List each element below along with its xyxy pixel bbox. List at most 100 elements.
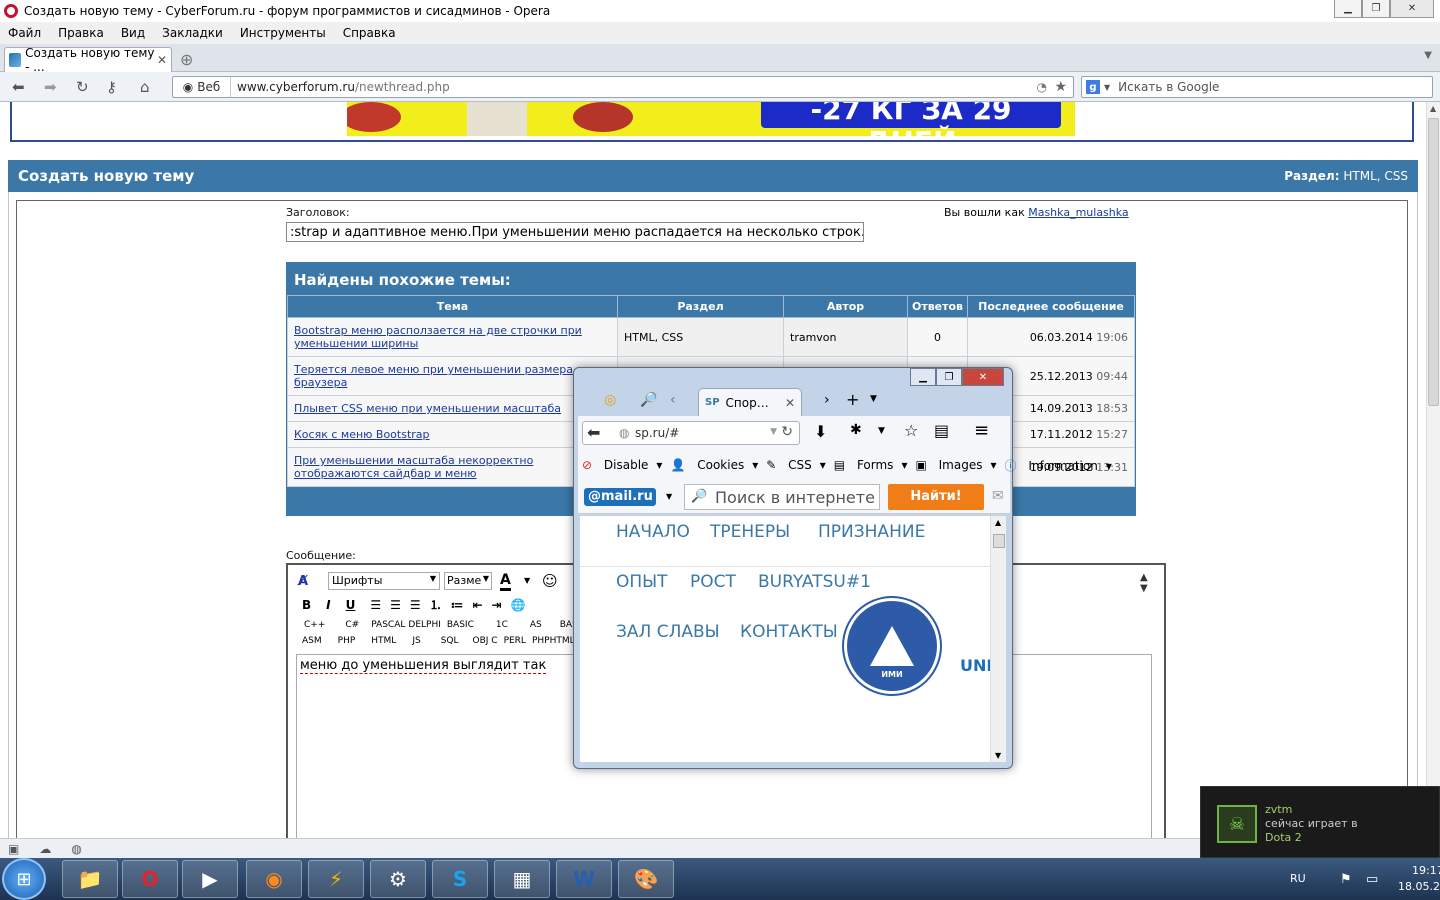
ff-url-dropdown-icon[interactable]: ▼ [770,427,777,437]
maximize-button[interactable]: ❐ [1362,0,1390,18]
clock-date[interactable]: 18.05.2014 [1398,880,1440,893]
mail-agent-icon[interactable]: ◎ [604,392,616,408]
mailru-search-button[interactable]: Найти! [888,484,984,510]
ff-bookmark-star-icon[interactable]: ☆ [904,421,918,440]
network-icon[interactable]: ⚑ [1340,872,1352,887]
italic-button[interactable]: I [326,598,330,612]
thread-link[interactable]: Bootstrap меню расползается на две строч… [294,324,582,350]
close-button[interactable]: ✕ [1390,0,1434,18]
chevron-down-icon[interactable]: ▼ [878,426,885,436]
back-icon[interactable]: ⬅ [12,78,25,96]
minimize-button[interactable]: ▁ [1334,0,1362,18]
tab-scroll-left-icon[interactable]: ‹ [670,392,676,408]
code-delphi-button[interactable]: DELPHI [408,620,440,630]
site-nav-hall-of-fame[interactable]: ЗАЛ СЛАВЫ [616,622,720,642]
align-left-icon[interactable]: ☰ [370,598,381,612]
link-icon[interactable]: 🌐 [511,598,526,612]
thread-link[interactable]: При уменьшении масштаба некорректно отоб… [294,454,533,480]
mailru-search-input[interactable]: 🔎 Поиск в интернете [684,484,880,510]
thread-link[interactable]: Косяк с меню Bootstrap [294,428,430,441]
ff-download-icon[interactable]: ⬇ [814,422,827,441]
tab-scroll-right-icon[interactable]: › [824,392,830,408]
code-as-button[interactable]: AS [530,620,542,630]
opera-taskbar-icon[interactable]: O [122,860,178,898]
tab-list-icon[interactable]: ▼ [1424,50,1432,61]
wd-images-button[interactable]: ▣ Images ▾ [915,458,996,472]
ff-new-tab-icon[interactable]: + [846,390,859,409]
smiley-icon[interactable]: ☺ [542,572,558,590]
address-bar[interactable]: ◉ Веб www.cyberforum.ru/newthread.php ◔ ★ [172,76,1074,98]
ff-scroll-up-icon[interactable]: ▲ [995,518,1001,527]
size-select[interactable]: Разме ▼ [444,572,492,590]
panel-toggle-icon[interactable]: ▣ [8,842,19,856]
media-player-taskbar-icon[interactable]: ▶ [182,860,238,898]
scroll-up-icon[interactable]: ▲ [1430,104,1436,113]
rss-icon[interactable]: ◔ [1037,80,1047,94]
ordered-list-icon[interactable]: ⒈ [430,596,442,613]
thread-link[interactable]: Теряется левое меню при уменьшении разме… [294,363,573,389]
reload-icon[interactable]: ↻ [76,78,89,96]
chevron-down-icon[interactable]: ▼ [524,576,530,585]
winamp-taskbar-icon[interactable]: ⚡ [308,860,364,898]
editor-resize-icon[interactable]: ▲ ▼ [1140,572,1148,594]
ff-scrollbar-thumb[interactable] [993,534,1005,548]
google-icon[interactable]: g [1086,80,1100,94]
forward-icon[interactable]: ➡ [44,78,57,96]
menu-help[interactable]: Справка [343,26,396,40]
tab-active[interactable]: Создать новую тему - ... ✕ [4,46,172,74]
unordered-list-icon[interactable]: ≔ [451,598,464,612]
mailru-logo[interactable]: @mail.ru [584,488,656,506]
chevron-down-icon[interactable]: ▼ [666,492,672,501]
code-cs-button[interactable]: C# [345,620,359,630]
firefox-taskbar-icon[interactable]: ◉ [246,860,302,898]
code-1c-button[interactable]: 1C [496,620,508,630]
menu-tools[interactable]: Инструменты [240,26,326,40]
site-nav-experience[interactable]: ОПЫТ [616,572,668,592]
ff-address-bar[interactable]: ⬅ ◍ sp.ru/# ▼ ↻ [582,421,800,445]
code-phphtml-button[interactable]: PHPHTML [532,636,575,646]
steam-notification[interactable]: ☠ zvtm сейчас играет в Dota 2 [1200,786,1440,858]
indent-icon[interactable]: ⇥ [492,598,502,612]
app-taskbar-icon[interactable]: ▦ [494,860,550,898]
wd-information-button[interactable]: ⓘ Information ▾ [1005,457,1112,474]
ff-addon-icon[interactable]: ✱ [850,422,862,438]
subject-input[interactable]: :strap и адаптивное меню.При уменьшении … [286,222,864,242]
bookmark-star-icon[interactable]: ★ [1054,79,1067,95]
steam-taskbar-icon[interactable]: ⚙ [370,860,426,898]
key-icon[interactable]: ⚷ [106,78,117,96]
tab-close-icon[interactable]: ✕ [157,53,167,67]
clock-time[interactable]: 19:17 [1412,864,1440,877]
code-php-button[interactable]: PHP [338,636,356,646]
ff-tab-close-icon[interactable]: ✕ [785,396,795,410]
outdent-icon[interactable]: ⇤ [472,598,482,612]
username-link[interactable]: Mashka_mulashka [1028,206,1128,219]
home-icon[interactable]: ⌂ [140,78,150,96]
ff-page-scrollbar[interactable]: ▲ ▼ [990,516,1006,762]
ff-tab-list-icon[interactable]: ▼ [870,394,877,404]
search-magnifier-icon[interactable]: 🔎 [640,392,657,408]
wd-disable-button[interactable]: ⊘ Disable ▾ [582,458,662,472]
code-asm-button[interactable]: ASM [302,636,322,646]
web-badge[interactable]: ◉ Веб [173,77,231,97]
ff-back-icon[interactable]: ⬅ [587,423,600,442]
code-basic-button[interactable]: BASIC [447,620,474,630]
explorer-taskbar-icon[interactable]: 📁 [62,860,118,898]
menu-edit[interactable]: Правка [58,26,104,40]
start-button[interactable]: ⊞ [2,858,46,900]
underline-button[interactable]: U [346,598,356,612]
cloud-icon[interactable]: ☁ [39,842,51,856]
volume-icon[interactable]: ▭ [1366,872,1378,887]
wd-cookies-button[interactable]: 👤 Cookies ▾ [670,458,758,472]
menu-view[interactable]: Вид [121,26,145,40]
code-cpp-button[interactable]: C++ [304,620,325,630]
site-nav-buryatsu[interactable]: BURYATSU#1 [758,572,871,592]
code-objc-button[interactable]: OBJ C [473,636,498,646]
site-nav-contacts[interactable]: КОНТАКТЫ [740,622,838,642]
wd-css-button[interactable]: ✎ CSS ▾ [766,458,826,472]
code-perl-button[interactable]: PERL [504,636,526,646]
imi-institute-logo[interactable]: ИМИ [844,598,940,694]
code-html-button[interactable]: HTML [371,636,396,646]
wd-forms-button[interactable]: ▤ Forms ▾ [834,458,908,472]
code-pascal-button[interactable]: PASCAL [371,620,405,630]
code-js-button[interactable]: JS [412,636,420,646]
